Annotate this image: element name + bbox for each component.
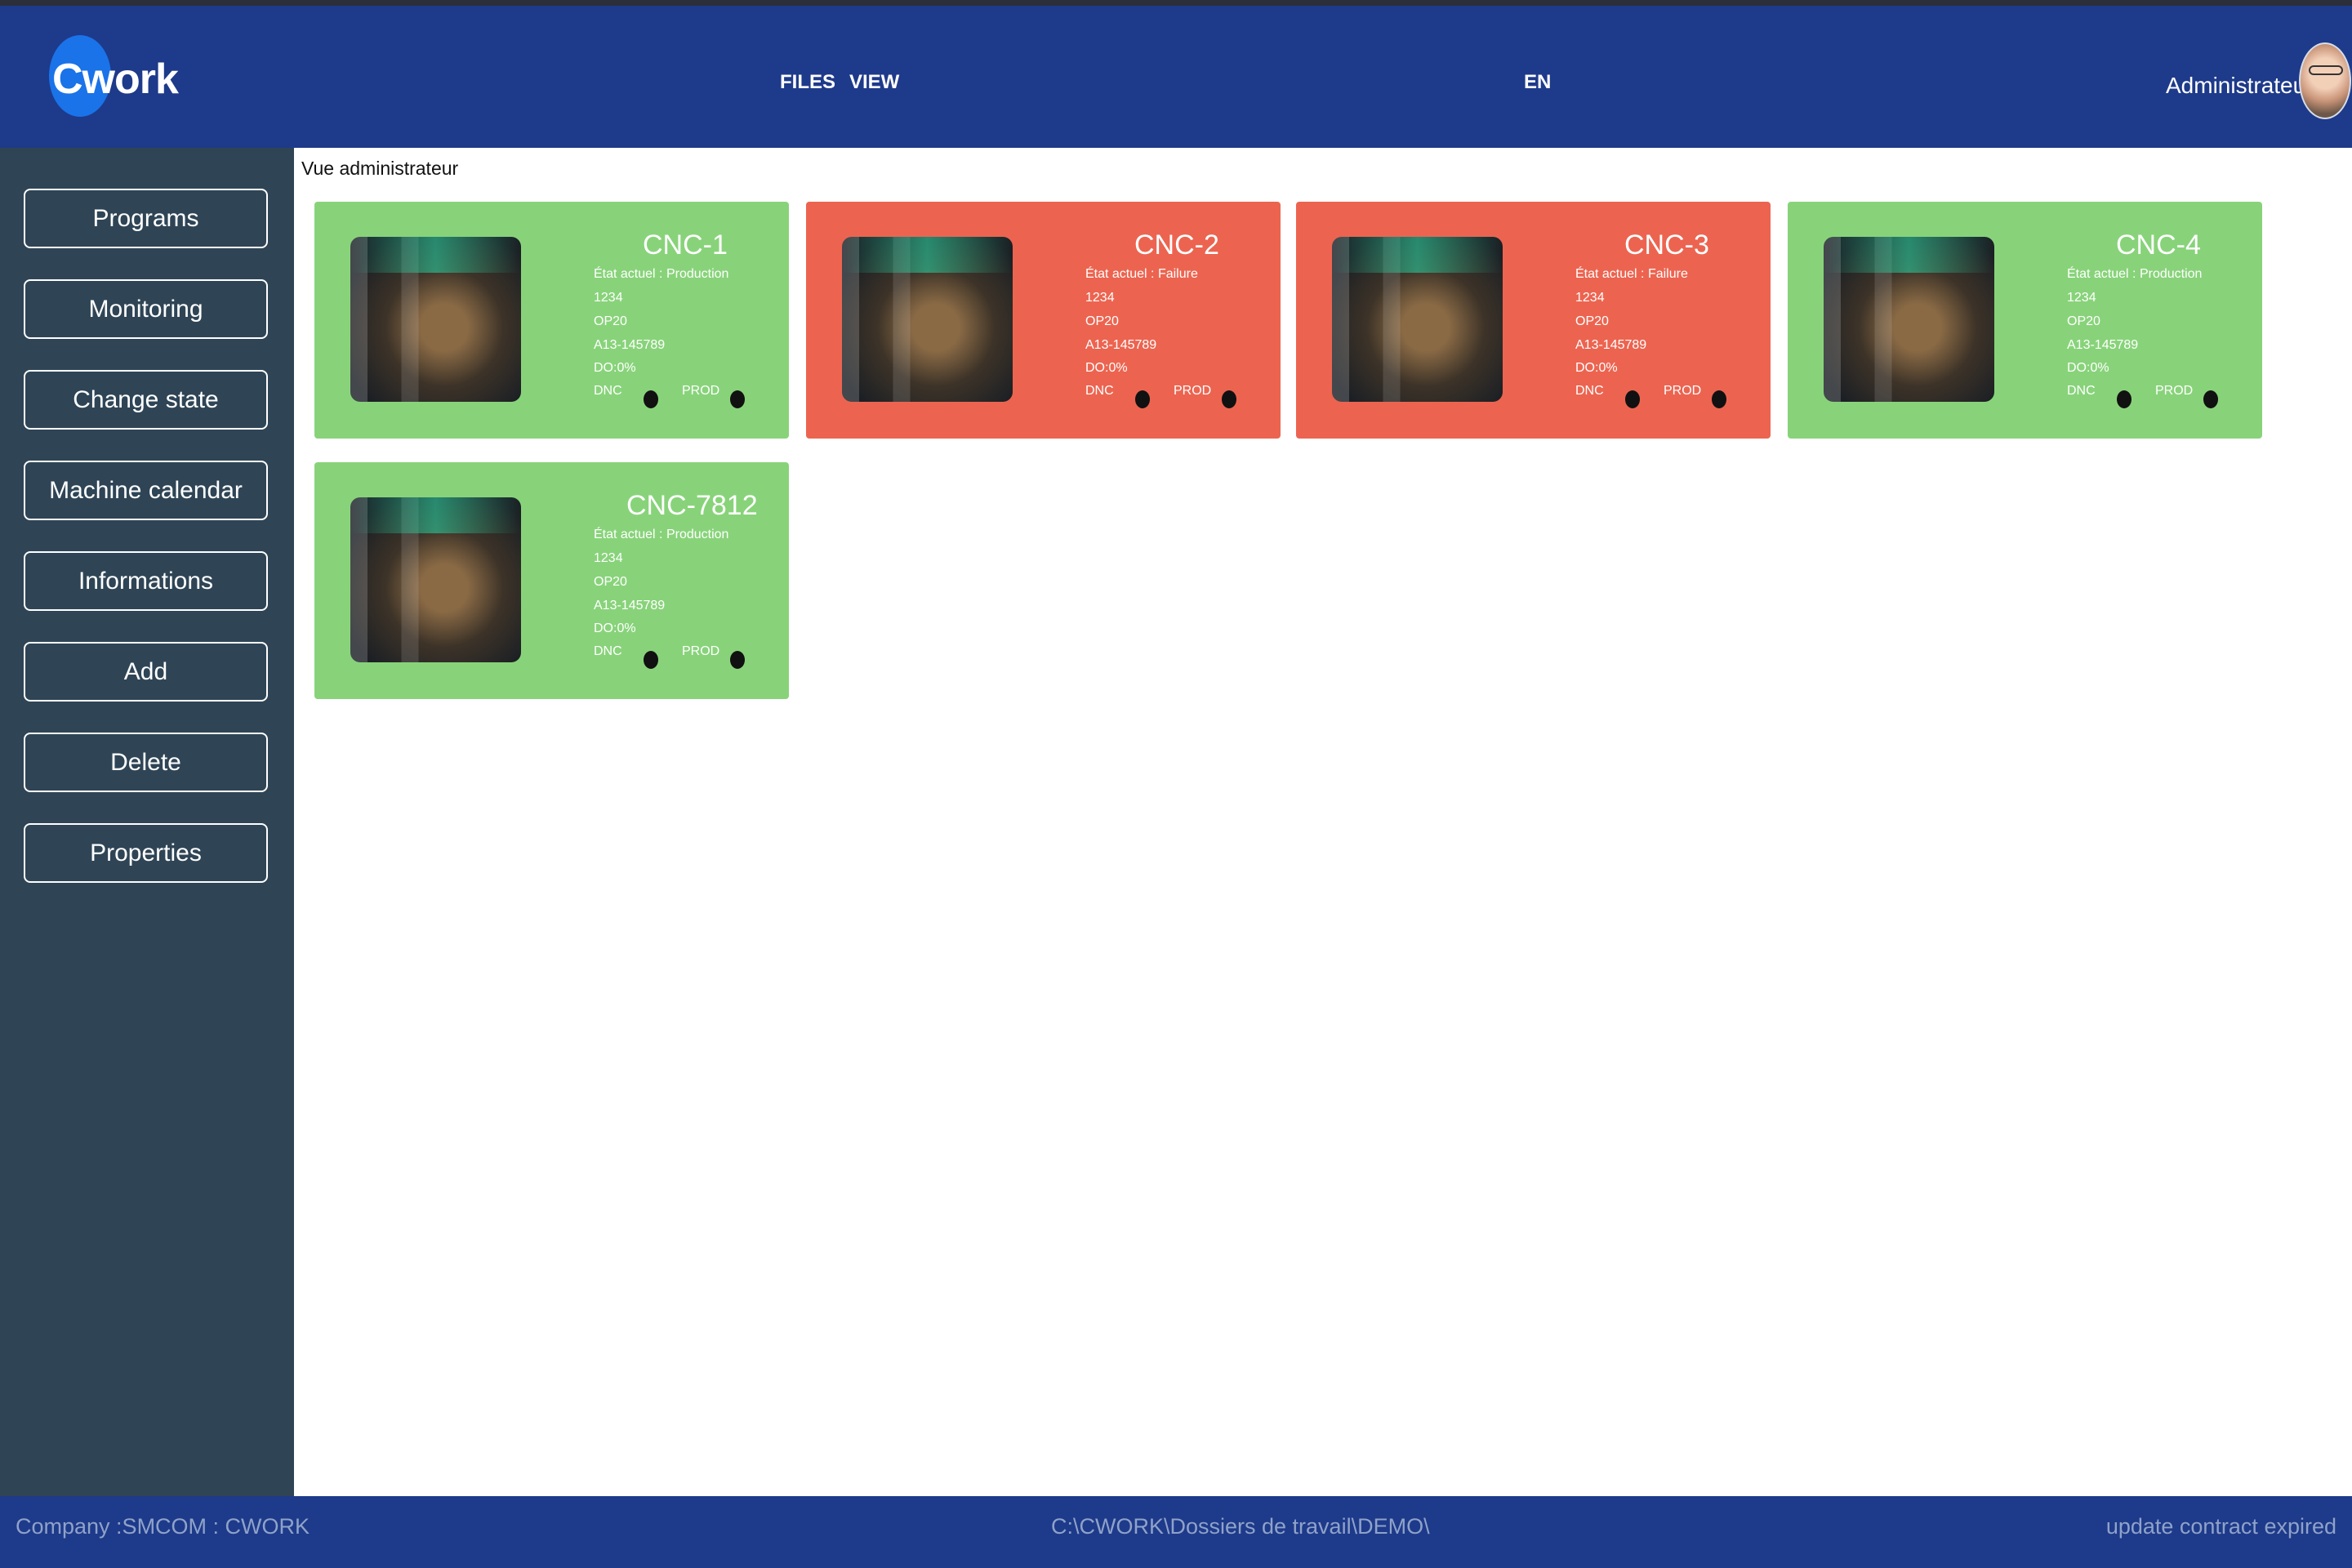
machine-op: OP20	[594, 575, 627, 589]
prod-status-indicator	[1712, 390, 1726, 408]
machine-card-cnc-3[interactable]: CNC-3 État actuel : Failure 1234 OP20 A1…	[1296, 202, 1771, 439]
machine-name: CNC-7812	[626, 490, 758, 521]
dnc-status-indicator	[1625, 390, 1640, 408]
machine-state: État actuel : Failure	[1575, 267, 1688, 281]
prod-status-indicator	[1222, 390, 1236, 408]
machine-ref: A13-145789	[1085, 338, 1157, 352]
dnc-label: DNC	[2067, 384, 2096, 398]
machine-name: CNC-2	[1134, 229, 1219, 261]
machine-ref: A13-145789	[594, 599, 666, 612]
prod-status-indicator	[2203, 390, 2218, 408]
machine-state: État actuel : Production	[2067, 267, 2203, 281]
machine-op: OP20	[1575, 314, 1609, 328]
machine-op: OP20	[2067, 314, 2100, 328]
machine-do: DO:0%	[1085, 361, 1128, 375]
prod-status-indicator	[730, 390, 745, 408]
dnc-status-indicator	[644, 390, 658, 408]
change-state-button[interactable]: Change state	[24, 370, 268, 430]
machine-code: 1234	[594, 551, 623, 565]
machine-photo	[842, 237, 1013, 402]
dnc-label: DNC	[594, 644, 622, 658]
delete-button[interactable]: Delete	[24, 733, 268, 792]
machine-ref: A13-145789	[1575, 338, 1647, 352]
dnc-status-indicator	[2117, 390, 2132, 408]
page-title: Vue administrateur	[301, 158, 459, 179]
machine-photo	[1332, 237, 1503, 402]
user-name[interactable]: Administrateur	[2166, 73, 2314, 99]
language-selector[interactable]: EN	[1524, 71, 1551, 94]
workspace-path: C:\CWORK\Dossiers de travail\DEMO\	[1051, 1514, 1430, 1539]
machine-card-cnc-4[interactable]: CNC-4 État actuel : Production 1234 OP20…	[1788, 202, 2262, 439]
company-label: Company :SMCOM : CWORK	[16, 1514, 310, 1539]
machine-name: CNC-1	[643, 229, 728, 261]
prod-label: PROD	[682, 644, 720, 658]
machine-do: DO:0%	[1575, 361, 1618, 375]
dnc-label: DNC	[1575, 384, 1604, 398]
sidebar: Programs Monitoring Change state Machine…	[0, 148, 294, 1496]
menu-view[interactable]: VIEW	[849, 71, 899, 94]
prod-label: PROD	[2155, 384, 2194, 398]
properties-button[interactable]: Properties	[24, 823, 268, 883]
contract-status: update contract expired	[2105, 1514, 2336, 1539]
programs-button[interactable]: Programs	[24, 189, 268, 248]
machine-card-cnc-2[interactable]: CNC-2 État actuel : Failure 1234 OP20 A1…	[806, 202, 1281, 439]
menu-files[interactable]: FILES	[780, 71, 835, 94]
machine-photo	[350, 497, 521, 662]
machine-state: État actuel : Production	[594, 267, 729, 281]
machine-code: 1234	[594, 291, 623, 305]
dnc-status-indicator	[644, 651, 658, 669]
prod-label: PROD	[1664, 384, 1702, 398]
machine-op: OP20	[594, 314, 627, 328]
machine-name: CNC-3	[1624, 229, 1709, 261]
machine-code: 1234	[2067, 291, 2096, 305]
machine-state: État actuel : Failure	[1085, 267, 1198, 281]
informations-button[interactable]: Informations	[24, 551, 268, 611]
machine-do: DO:0%	[594, 621, 636, 635]
machine-code: 1234	[1575, 291, 1605, 305]
machine-card-cnc-1[interactable]: CNC-1 État actuel : Production 1234 OP20…	[314, 202, 789, 439]
prod-status-indicator	[730, 651, 745, 669]
machine-photo	[350, 237, 521, 402]
machine-photo	[1824, 237, 1994, 402]
prod-label: PROD	[682, 384, 720, 398]
machine-do: DO:0%	[2067, 361, 2109, 375]
machine-op: OP20	[1085, 314, 1119, 328]
machine-card-cnc-7812[interactable]: CNC-7812 État actuel : Production 1234 O…	[314, 462, 789, 699]
app-logo[interactable]: Cwork	[52, 55, 179, 104]
status-bar: Company :SMCOM : CWORK C:\CWORK\Dossiers…	[0, 1496, 2352, 1568]
monitoring-button[interactable]: Monitoring	[24, 279, 268, 339]
machine-ref: A13-145789	[594, 338, 666, 352]
add-button[interactable]: Add	[24, 642, 268, 702]
window-top-border	[0, 0, 2352, 6]
dnc-label: DNC	[1085, 384, 1114, 398]
machine-name: CNC-4	[2116, 229, 2201, 261]
dnc-label: DNC	[594, 384, 622, 398]
machine-ref: A13-145789	[2067, 338, 2139, 352]
machine-do: DO:0%	[594, 361, 636, 375]
machine-calendar-button[interactable]: Machine calendar	[24, 461, 268, 520]
avatar-glasses-icon	[2309, 65, 2343, 75]
dnc-status-indicator	[1135, 390, 1150, 408]
machine-code: 1234	[1085, 291, 1115, 305]
app-header: Cwork FILES VIEW EN Administrateur	[0, 6, 2352, 148]
avatar[interactable]	[2299, 42, 2351, 119]
machine-state: État actuel : Production	[594, 528, 729, 541]
prod-label: PROD	[1174, 384, 1212, 398]
